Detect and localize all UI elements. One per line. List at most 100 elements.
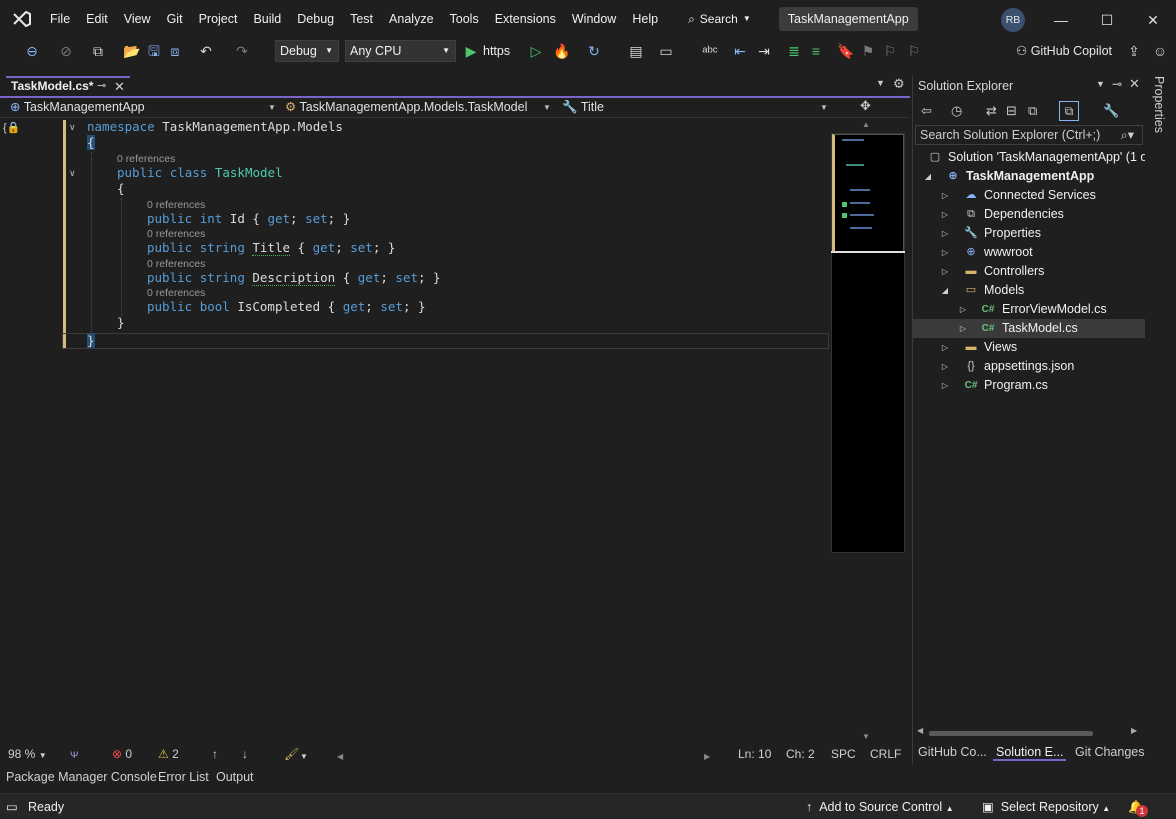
- start-without-debugging-icon[interactable]: ▷: [526, 41, 546, 61]
- tree-errorviewmodel[interactable]: ▷ C# ErrorViewModel.cs: [913, 300, 1145, 319]
- menu-build[interactable]: Build: [245, 0, 289, 38]
- tab-github-copilot[interactable]: GitHub Co...: [918, 745, 987, 759]
- search-button[interactable]: ⌕ Search ▼: [678, 7, 761, 31]
- next-issue-icon[interactable]: ↓: [242, 746, 248, 762]
- collapse-namespace-icon[interactable]: ∨: [69, 122, 76, 133]
- maximize-icon[interactable]: ☐: [1095, 8, 1119, 32]
- outdent-icon[interactable]: ⇥: [754, 41, 774, 61]
- tab-taskmodel[interactable]: TaskModel.cs* ⊸ ✕: [6, 76, 130, 96]
- navigate-back-icon[interactable]: ⊖: [22, 41, 42, 61]
- avatar[interactable]: RB: [1001, 8, 1025, 32]
- zoom-select[interactable]: 98 % ▼: [8, 746, 47, 764]
- menu-git[interactable]: Git: [159, 0, 191, 38]
- tree-wwwroot[interactable]: ▷ ⊕ wwwroot: [913, 243, 1145, 262]
- notifications-icon[interactable]: 🔔 1: [1128, 799, 1148, 817]
- menu-help[interactable]: Help: [624, 0, 666, 38]
- feedback-icon[interactable]: ☺: [1150, 41, 1170, 61]
- menu-test[interactable]: Test: [342, 0, 381, 38]
- open-folder-icon[interactable]: 📂: [122, 41, 142, 61]
- select-repository-button[interactable]: ▣ Select Repository ▲: [982, 799, 1110, 817]
- menu-window[interactable]: Window: [564, 0, 624, 38]
- tab-list-dropdown-icon[interactable]: ▼: [876, 78, 885, 88]
- sync-icon[interactable]: ⇄: [986, 103, 997, 119]
- collapsed-icon[interactable]: ▷: [940, 205, 950, 224]
- collapsed-icon[interactable]: ▷: [958, 319, 968, 338]
- tab-error-list[interactable]: Error List: [158, 770, 209, 784]
- prev-bookmark-icon[interactable]: ⚑: [858, 41, 878, 61]
- redo-icon[interactable]: ↷: [232, 41, 252, 61]
- collapsed-icon[interactable]: ▷: [940, 338, 950, 357]
- menu-extensions[interactable]: Extensions: [487, 0, 564, 38]
- configuration-select[interactable]: Debug ▼: [275, 40, 339, 62]
- menu-file[interactable]: File: [42, 0, 78, 38]
- collapse-all-icon[interactable]: ⊟: [1006, 103, 1017, 119]
- github-copilot-button[interactable]: ⚇ GitHub Copilot: [1016, 41, 1112, 61]
- menu-edit[interactable]: Edit: [78, 0, 116, 38]
- type-dropdown[interactable]: ⚙ TaskManagementApp.Models.TaskModel ▼: [285, 98, 553, 117]
- next-bookmark-icon[interactable]: ⚐: [880, 41, 900, 61]
- show-all-files-icon[interactable]: ⧉: [1028, 103, 1037, 119]
- save-icon[interactable]: 🖫: [144, 41, 164, 61]
- horizontal-scrollbar[interactable]: ◀ ▶: [917, 726, 1139, 738]
- menu-debug[interactable]: Debug: [289, 0, 342, 38]
- collapsed-icon[interactable]: ▷: [940, 224, 950, 243]
- back-icon[interactable]: ⇦: [921, 103, 932, 119]
- save-all-icon[interactable]: ⧈: [165, 41, 185, 61]
- bookmark-icon[interactable]: 🔖: [836, 41, 856, 61]
- window-position-icon[interactable]: ▼: [1096, 79, 1105, 89]
- spellcheck-icon[interactable]: ᵃᵇᶜ: [700, 41, 720, 61]
- tree-dependencies[interactable]: ▷ ⧉ Dependencies: [913, 205, 1145, 224]
- tree-solution[interactable]: ▢ Solution 'TaskManagementApp' (1 of: [913, 148, 1145, 167]
- line-ending-indicator[interactable]: CRLF: [870, 746, 901, 762]
- restart-icon[interactable]: ↻: [584, 41, 604, 61]
- project-dropdown[interactable]: ⊕ TaskManagementApp ▼: [10, 98, 278, 117]
- clear-bookmarks-icon[interactable]: ⚐: [904, 41, 924, 61]
- scroll-right-icon[interactable]: ▶: [704, 749, 710, 765]
- tree-connected-services[interactable]: ▷ ☁ Connected Services: [913, 186, 1145, 205]
- comment-icon[interactable]: ▭: [656, 41, 676, 61]
- pin-icon[interactable]: ⊸: [97, 78, 106, 95]
- collapsed-icon[interactable]: ▷: [958, 300, 968, 319]
- close-icon[interactable]: ✕: [1141, 8, 1165, 32]
- solution-explorer-toolbar-icon[interactable]: ▤: [626, 41, 646, 61]
- scroll-right-icon[interactable]: ▶: [1131, 726, 1137, 735]
- share-icon[interactable]: ⇪: [1124, 41, 1144, 61]
- visual-studio-logo-icon[interactable]: [10, 8, 34, 30]
- new-project-icon[interactable]: ⧉: [88, 41, 108, 61]
- minimap-viewport[interactable]: [832, 134, 904, 252]
- errors-indicator[interactable]: ⊗ 0: [112, 746, 132, 762]
- scroll-up-icon[interactable]: ▲: [862, 120, 870, 129]
- expanded-icon[interactable]: ◢: [923, 167, 933, 186]
- collapse-class-icon[interactable]: ∨: [69, 168, 76, 179]
- member-dropdown[interactable]: 🔧 Title ▼: [562, 98, 830, 117]
- quick-actions-icon[interactable]: {🔒: [3, 121, 20, 134]
- tree-controllers[interactable]: ▷ ▬ Controllers: [913, 262, 1145, 281]
- tree-properties[interactable]: ▷ 🔧 Properties: [913, 224, 1145, 243]
- tree-program[interactable]: ▷ C# Program.cs: [913, 376, 1145, 395]
- tree-taskmodel[interactable]: ▷ C# TaskModel.cs: [913, 319, 1145, 338]
- uncomment-lines-icon[interactable]: ≡: [806, 41, 826, 61]
- warnings-indicator[interactable]: ⚠ 2: [158, 746, 179, 762]
- tree-project[interactable]: ◢ ⊕ TaskManagementApp: [913, 167, 1145, 186]
- collapsed-icon[interactable]: ▷: [940, 262, 950, 281]
- collapsed-icon[interactable]: ▷: [940, 186, 950, 205]
- start-debugging-icon[interactable]: ▶: [461, 41, 481, 61]
- prev-issue-icon[interactable]: ↑: [212, 746, 218, 762]
- collapsed-icon[interactable]: ▷: [940, 243, 950, 262]
- scroll-left-icon[interactable]: ◀: [337, 749, 343, 765]
- tree-appsettings[interactable]: ▷ {} appsettings.json: [913, 357, 1145, 376]
- undo-icon[interactable]: ↶: [196, 41, 216, 61]
- tab-package-manager-console[interactable]: Package Manager Console: [6, 770, 157, 784]
- comment-lines-icon[interactable]: ≣: [784, 41, 804, 61]
- close-icon[interactable]: ✕: [1129, 76, 1140, 92]
- pin-icon[interactable]: ⊸: [1112, 77, 1122, 91]
- solution-search-input[interactable]: Search Solution Explorer (Ctrl+;) ⌕▾: [915, 125, 1143, 145]
- menu-view[interactable]: View: [116, 0, 159, 38]
- menu-analyze[interactable]: Analyze: [381, 0, 441, 38]
- close-tab-icon[interactable]: ✕: [114, 78, 125, 95]
- scroll-left-icon[interactable]: ◀: [917, 726, 923, 735]
- properties-wrench-icon[interactable]: 🔧: [1103, 103, 1119, 119]
- scrollbar-thumb[interactable]: [929, 731, 1093, 736]
- line-indicator[interactable]: Ln: 10: [738, 746, 771, 762]
- menu-tools[interactable]: Tools: [442, 0, 487, 38]
